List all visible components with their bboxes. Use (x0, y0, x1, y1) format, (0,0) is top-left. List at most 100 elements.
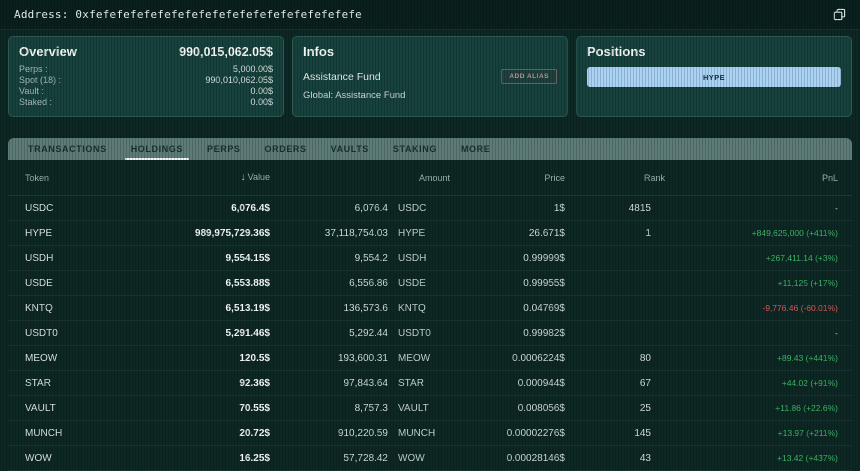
position-chip-hype[interactable]: HYPE (587, 67, 841, 87)
cell-amount-unit: MEOW (398, 353, 450, 364)
add-alias-button[interactable]: ADD ALIAS (501, 69, 557, 84)
cell-price: 0.0006224$ (450, 353, 565, 364)
cell-value: 16.25$ (175, 453, 270, 464)
cell-amount-unit: USDT0 (398, 328, 450, 339)
overview-row-value: 0.00$ (250, 97, 273, 108)
cell-price: 0.008056$ (450, 403, 565, 414)
cell-amount: 6,076.4USDC (270, 203, 450, 214)
cell-pnl: +13.97 (+211%) (665, 428, 838, 438)
cell-amount: 97,843.64STAR (270, 378, 450, 389)
tab-perps[interactable]: PERPS (195, 138, 253, 160)
cell-value: 5,291.46$ (175, 328, 270, 339)
cell-price: 0.00028146$ (450, 453, 565, 464)
cell-token: VAULT (25, 403, 175, 414)
cell-amount: 136,573.6KNTQ (270, 303, 450, 314)
alias-name: Assistance Fund (303, 71, 381, 83)
cell-value: 70.55$ (175, 403, 270, 414)
cell-price: 0.99982$ (450, 328, 565, 339)
cell-rank: 25 (565, 403, 665, 414)
cell-value: 989,975,729.36$ (175, 228, 270, 239)
cell-amount: 5,292.44USDT0 (270, 328, 450, 339)
cell-token: USDT0 (25, 328, 175, 339)
tab-transactions[interactable]: TRANSACTIONS (16, 138, 119, 160)
positions-title: Positions (587, 44, 646, 59)
cell-amount-unit: KNTQ (398, 303, 450, 314)
tab-staking[interactable]: STAKING (381, 138, 449, 160)
column-header-token: Token (25, 173, 175, 183)
cell-amount: 910,220.59MUNCH (270, 428, 450, 439)
cell-pnl: +849,625,000 (+411%) (665, 228, 838, 238)
cell-price: 0.000944$ (450, 378, 565, 389)
table-row-hype[interactable]: HYPE989,975,729.36$37,118,754.03HYPE26.6… (8, 221, 852, 246)
cell-pnl: +13.42 (+437%) (665, 453, 838, 463)
table-row-munch[interactable]: MUNCH 20.72$910,220.59MUNCH0.00002276$145… (8, 421, 852, 446)
cell-token: MEOW (25, 353, 175, 364)
cell-price: 0.04769$ (450, 303, 565, 314)
cell-amount-unit: MUNCH (398, 428, 450, 439)
cell-amount-unit: HYPE (398, 228, 450, 239)
table-row-star[interactable]: STAR92.36$97,843.64STAR0.000944$67+44.02… (8, 371, 852, 396)
column-header-pnl: PnL (665, 173, 838, 183)
cell-value: 92.36$ (175, 378, 270, 389)
cell-pnl: - (665, 203, 838, 213)
cell-rank: 43 (565, 453, 665, 464)
tab-vaults[interactable]: VAULTS (319, 138, 381, 160)
table-row-vault[interactable]: VAULT70.55$8,757.3VAULT0.008056$25+11.86… (8, 396, 852, 421)
overview-row: Vault :0.00$ (19, 86, 273, 97)
address-bar: Address: 0xfefefefefefefefefefefefefefef… (0, 0, 860, 30)
overview-row-label: Staked : (19, 97, 52, 108)
holdings-table: Token ↓Value Amount Price Rank PnL USDC6… (8, 160, 852, 471)
cell-token: KNTQ (25, 303, 175, 314)
cell-amount-unit: USDH (398, 253, 450, 264)
cell-rank: 67 (565, 378, 665, 389)
overview-row: Staked : 0.00$ (19, 97, 273, 108)
table-row-wow[interactable]: WOW16.25$57,728.42WOW0.00028146$43+13.42… (8, 446, 852, 471)
cell-token: HYPE (25, 228, 175, 239)
positions-panel: Positions HYPE (576, 36, 852, 117)
cell-token: WOW (25, 453, 175, 464)
table-row-usdt0[interactable]: USDT05,291.46$5,292.44USDT00.99982$- (8, 321, 852, 346)
address-text: Address: 0xfefefefefefefefefefefefefefef… (14, 8, 362, 21)
overview-row: Spot (18) :990,010,062.05$ (19, 75, 273, 86)
positions-list: HYPE (587, 67, 841, 87)
column-header-value[interactable]: ↓Value (175, 172, 270, 183)
cell-price: 1$ (450, 203, 565, 214)
cell-token: STAR (25, 378, 175, 389)
table-row-usdc[interactable]: USDC6,076.4$6,076.4USDC1$4815- (8, 196, 852, 221)
cell-price: 0.99955$ (450, 278, 565, 289)
cell-amount-unit: USDE (398, 278, 450, 289)
table-row-kntq[interactable]: KNTQ6,513.19$136,573.6KNTQ0.04769$-9,776… (8, 296, 852, 321)
cell-value: 6,076.4$ (175, 203, 270, 214)
overview-breakdown: Perps :5,000.00$Spot (18) :990,010,062.0… (19, 64, 273, 108)
cell-amount-unit: STAR (398, 378, 450, 389)
tab-holdings[interactable]: HOLDINGS (119, 138, 195, 160)
copy-address-button[interactable] (830, 6, 848, 24)
cell-rank: 145 (565, 428, 665, 439)
overview-row-label: Vault : (19, 86, 44, 97)
overview-row-label: Perps : (19, 64, 48, 75)
cell-price: 26.671$ (450, 228, 565, 239)
table-row-meow[interactable]: MEOW120.5$193,600.31MEOW0.0006224$80+89.… (8, 346, 852, 371)
overview-row: Perps :5,000.00$ (19, 64, 273, 75)
cell-price: 0.00002276$ (450, 428, 565, 439)
cell-value: 9,554.15$ (175, 253, 270, 264)
cell-token: USDC (25, 203, 175, 214)
table-row-usde[interactable]: USDE6,553.88$6,556.86USDE0.99955$+11,125… (8, 271, 852, 296)
cell-value: 20.72$ (175, 428, 270, 439)
table-row-usdh[interactable]: USDH9,554.15$9,554.2USDH0.99999$+267,411… (8, 246, 852, 271)
cell-value: 120.5$ (175, 353, 270, 364)
cell-amount: 8,757.3VAULT (270, 403, 450, 414)
table-header-row: Token ↓Value Amount Price Rank PnL (8, 160, 852, 196)
cell-pnl: +44.02 (+91%) (665, 378, 838, 388)
cell-pnl: +267,411.14 (+3%) (665, 253, 838, 263)
cell-amount-unit: WOW (398, 453, 450, 464)
cell-pnl: +11.86 (+22.6%) (665, 403, 838, 413)
cell-value: 6,553.88$ (175, 278, 270, 289)
cell-pnl: - (665, 328, 838, 338)
cell-pnl: +11,125 (+17%) (665, 278, 838, 288)
tab-orders[interactable]: ORDERS (253, 138, 319, 160)
cell-amount: 57,728.42WOW (270, 453, 450, 464)
table-body: USDC6,076.4$6,076.4USDC1$4815-HYPE989,97… (8, 196, 852, 471)
cell-token: USDE (25, 278, 175, 289)
tab-more[interactable]: MORE (449, 138, 502, 160)
